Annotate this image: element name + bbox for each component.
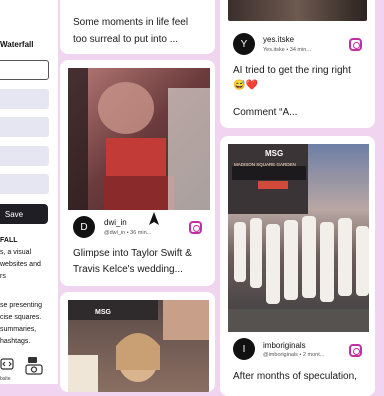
text-input-5[interactable]	[0, 174, 49, 194]
post-card[interactable]: Y yes.itske Yes.itske • 34 min... AI tri…	[220, 0, 375, 128]
post-meta: @dwi_in • 36 min...	[104, 230, 152, 236]
post-caption-line: After months of speculation,	[233, 371, 357, 382]
text-input-2[interactable]	[0, 89, 49, 109]
avatar: Y	[233, 33, 255, 55]
post-image	[68, 300, 209, 392]
post-meta: Yes.itske • 34 min...	[263, 47, 311, 53]
text-input-3[interactable]	[0, 117, 49, 137]
save-button[interactable]: Save	[0, 204, 48, 224]
description-line: summaries,	[0, 326, 37, 333]
description-line: hashtags.	[0, 338, 31, 345]
description-line: websites and	[0, 261, 41, 268]
chat-device-icon	[25, 357, 43, 375]
post-caption-line: Comment “A...	[233, 107, 298, 118]
code-icon	[0, 358, 14, 370]
panel-title: Waterfall	[0, 40, 34, 49]
photo-sign: MSG	[95, 309, 111, 316]
post-username: yes.itske	[263, 35, 295, 44]
description-line: cise squares.	[0, 314, 42, 321]
post-card[interactable]: MSG	[60, 292, 215, 392]
description-line: rs	[0, 273, 6, 280]
post-username: imboriginals	[263, 341, 306, 350]
post-username: dwi_in	[104, 218, 127, 227]
post-caption-line: Glimpse into Taylor Swift &	[73, 248, 192, 259]
post-meta: @imboriginals • 2 mont...	[263, 352, 325, 358]
text-input-4[interactable]	[0, 146, 49, 166]
post-card[interactable]: D dwi_in @dwi_in • 36 min... Glimpse int…	[60, 60, 215, 286]
mouse-cursor-icon	[149, 212, 159, 225]
description-line: se presenting	[0, 302, 43, 309]
post-image	[228, 0, 367, 21]
avatar: D	[73, 216, 95, 238]
post-caption-line: Some moments in life feel	[73, 17, 189, 28]
photo-marquee: MADISON SQUARE GARDEN	[234, 162, 296, 167]
post-caption-line: 😅❤️	[233, 80, 258, 91]
post-caption-line: too surreal to put into ...	[73, 34, 179, 45]
instagram-icon[interactable]	[349, 38, 362, 51]
post-card[interactable]: Some moments in life feel too surreal to…	[60, 0, 215, 54]
mini-caption: bsite	[0, 376, 11, 382]
post-image	[68, 68, 210, 210]
avatar: I	[233, 338, 255, 360]
description-line: s, a visual	[0, 249, 32, 256]
photo-sign: MSG	[265, 149, 284, 158]
instagram-icon[interactable]	[189, 221, 202, 234]
post-image	[228, 144, 369, 332]
post-card[interactable]: MSG MADISON SQUARE GARDEN I imboriginals…	[220, 136, 375, 396]
post-caption-line: Travis Kelce's wedding...	[73, 264, 183, 275]
settings-panel: Waterfall Save FALL s, a visual websites…	[0, 0, 58, 384]
text-input-1[interactable]	[0, 60, 49, 80]
description-heading: FALL	[0, 237, 18, 244]
instagram-icon[interactable]	[349, 344, 362, 357]
